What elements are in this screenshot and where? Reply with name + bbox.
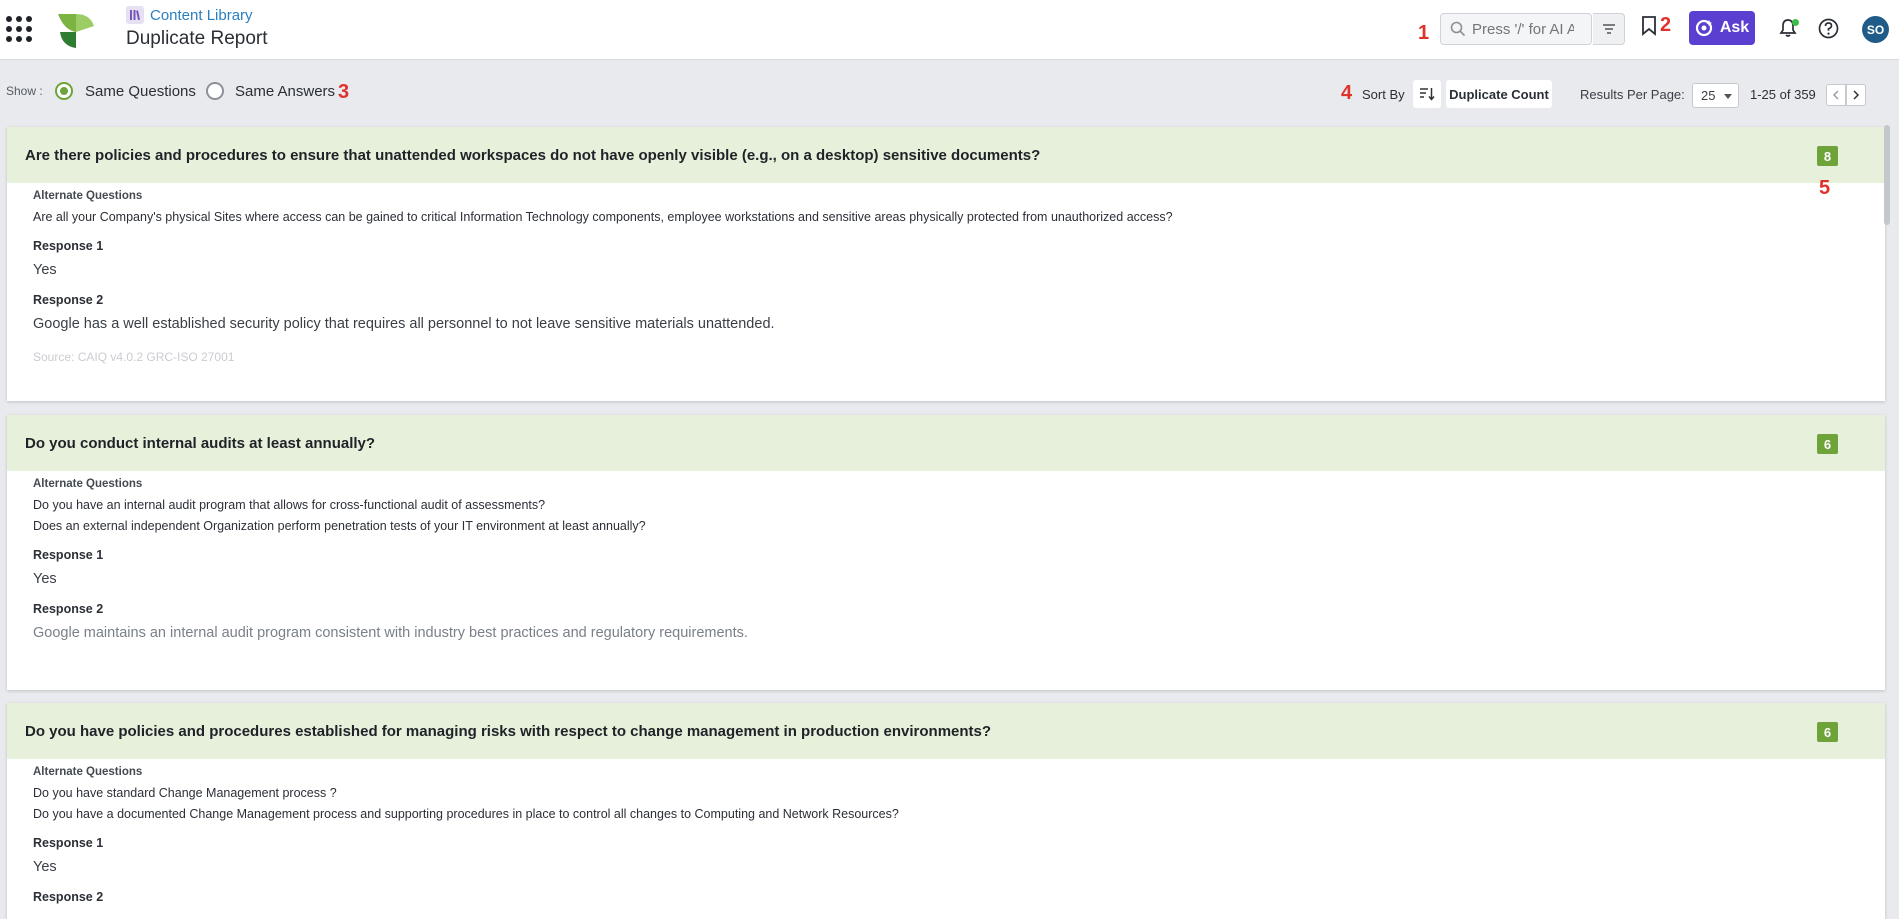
search-icon: [1450, 21, 1466, 37]
card-header: Do you have policies and procedures esta…: [7, 703, 1885, 759]
ask-ai-button[interactable]: Ask: [1689, 11, 1755, 45]
results-per-page-select[interactable]: 25: [1692, 83, 1739, 108]
alternate-questions-label: Alternate Questions: [33, 190, 143, 202]
card-header: Are there policies and procedures to ens…: [7, 127, 1885, 183]
response-value: Google has a well established security p…: [33, 316, 775, 332]
duplicate-count-badge: 6: [1817, 434, 1838, 454]
annotation-marker-2: 2: [1660, 14, 1672, 36]
bookmark-icon[interactable]: [1641, 16, 1657, 36]
page-title: Duplicate Report: [126, 28, 268, 49]
breadcrumb: Content Library: [126, 5, 253, 25]
alternate-question: Does an external independent Organizatio…: [33, 519, 646, 533]
duplicate-card[interactable]: Do you have policies and procedures esta…: [7, 703, 1885, 919]
library-icon: [126, 6, 144, 24]
response-label: Response 1: [33, 239, 104, 253]
response-label: Response 1: [33, 548, 104, 562]
radio-same-answers[interactable]: [206, 82, 224, 100]
response-value: Yes: [33, 859, 57, 875]
response-label: Response 1: [33, 836, 104, 850]
sort-direction-button[interactable]: [1413, 80, 1441, 108]
chevron-left-icon: [1832, 90, 1839, 100]
response-value: Yes: [33, 571, 57, 587]
ask-button-label: Ask: [1719, 19, 1750, 36]
breadcrumb-content-library[interactable]: Content Library: [150, 7, 253, 24]
previous-page-button[interactable]: [1826, 84, 1846, 106]
app-header: Content Library Duplicate Report 1 2 Ask…: [0, 0, 1899, 60]
card-question: Do you conduct internal audits at least …: [25, 434, 376, 452]
next-page-button[interactable]: [1846, 84, 1866, 106]
annotation-marker-1: 1: [1418, 22, 1430, 44]
ai-sparkle-icon: [1695, 19, 1712, 37]
card-header: Do you conduct internal audits at least …: [7, 415, 1885, 471]
sort-descending-icon: [1420, 88, 1435, 101]
card-body: Alternate Questions Do you have an inter…: [7, 471, 1885, 645]
results-per-page-value: 25: [1701, 88, 1716, 103]
filter-icon: [1602, 24, 1615, 34]
response-label: Response 2: [33, 293, 104, 307]
show-label: Show :: [6, 84, 43, 98]
pagination-range: 1-25 of 359: [1750, 87, 1816, 102]
duplicate-card[interactable]: Are there policies and procedures to ens…: [7, 127, 1885, 401]
response-label: Response 2: [33, 602, 104, 616]
chevron-right-icon: [1853, 90, 1860, 100]
radio-label-same-questions[interactable]: Same Questions: [85, 83, 196, 100]
alternate-question: Do you have standard Change Management p…: [33, 786, 337, 800]
search-filter-button[interactable]: [1593, 13, 1625, 45]
response-label: Response 2: [33, 890, 104, 904]
response-value: [33, 913, 1885, 919]
duplicate-count-badge: 8: [1817, 146, 1838, 166]
alternate-questions-label: Alternate Questions: [33, 478, 143, 490]
truncated-content: Source: CAIQ v4.0.2 GRC-ISO 27001: [33, 350, 235, 364]
user-avatar[interactable]: SO: [1862, 16, 1889, 43]
response-value: Google maintains an internal audit progr…: [33, 625, 748, 641]
scrollbar[interactable]: [1884, 125, 1890, 225]
brand-logo: [58, 14, 94, 48]
search-input[interactable]: [1466, 14, 1574, 44]
sort-by-label: Sort By: [1362, 87, 1405, 102]
chevron-down-icon: [1724, 94, 1732, 99]
card-body: Alternate Questions Do you have standard…: [7, 759, 1885, 919]
annotation-marker-3: 3: [338, 81, 350, 103]
app-launcher-icon[interactable]: [4, 14, 32, 42]
radio-label-same-answers[interactable]: Same Answers: [235, 83, 335, 100]
alternate-question: Do you have a documented Change Manageme…: [33, 807, 899, 821]
notification-dot: [1792, 19, 1799, 26]
radio-same-questions[interactable]: [55, 82, 73, 100]
alternate-question: Are all your Company's physical Sites wh…: [33, 210, 1173, 224]
search-box[interactable]: [1440, 13, 1592, 45]
help-icon[interactable]: [1818, 18, 1839, 39]
alternate-questions-label: Alternate Questions: [33, 766, 143, 778]
card-question: Are there policies and procedures to ens…: [25, 146, 1041, 164]
response-value: Yes: [33, 262, 57, 278]
sort-field-button[interactable]: Duplicate Count: [1446, 80, 1552, 108]
card-question: Do you have policies and procedures esta…: [25, 722, 992, 740]
duplicate-card[interactable]: Do you conduct internal audits at least …: [7, 415, 1885, 690]
alternate-question: Do you have an internal audit program th…: [33, 498, 546, 512]
annotation-marker-4: 4: [1341, 82, 1353, 104]
results-per-page-label: Results Per Page:: [1580, 87, 1685, 102]
duplicate-count-badge: 6: [1817, 722, 1838, 742]
card-body: Alternate Questions Are all your Company…: [7, 183, 1885, 364]
